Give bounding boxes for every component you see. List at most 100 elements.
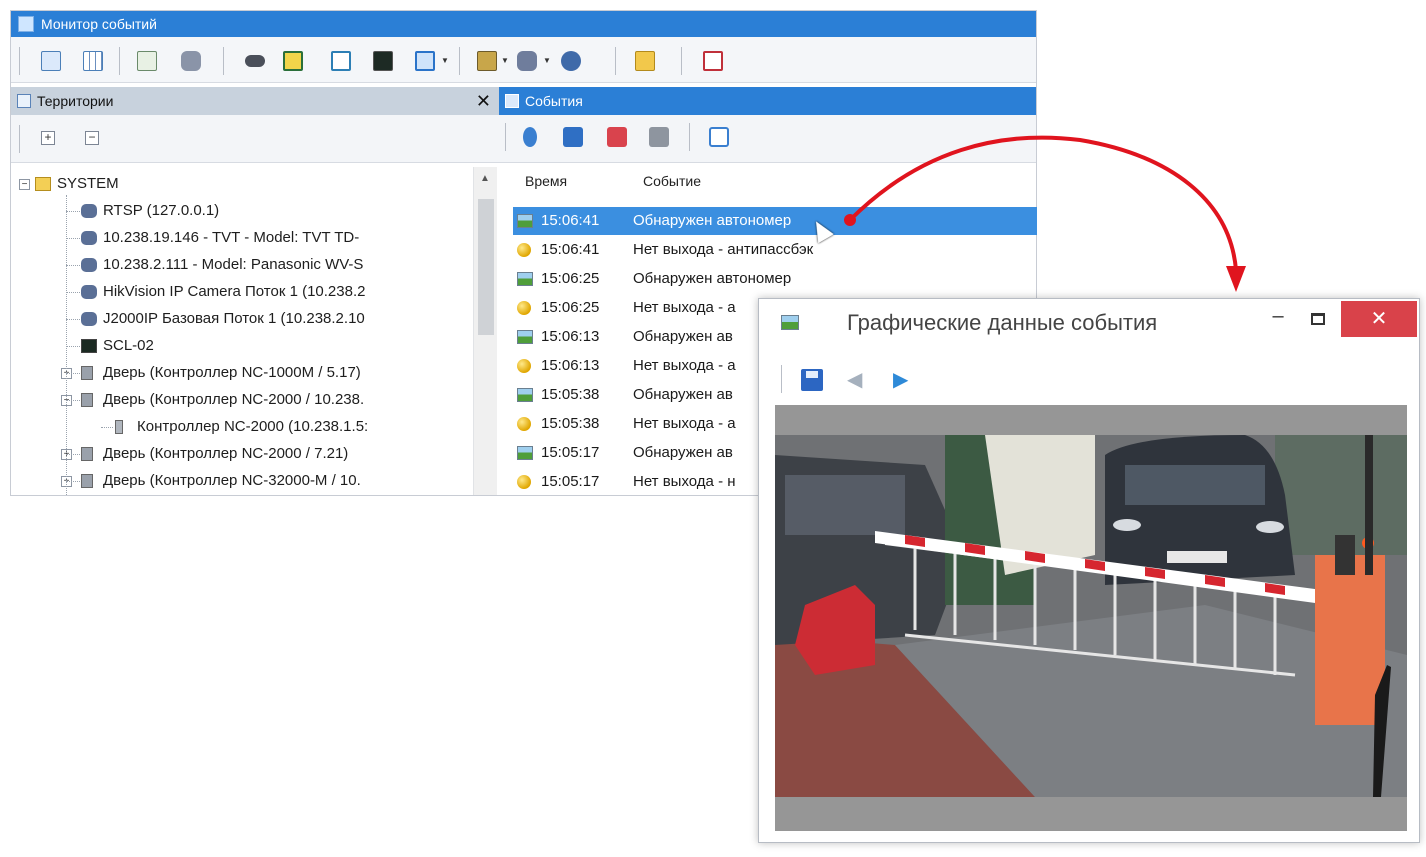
column-header-event[interactable]: Событие [643, 173, 701, 189]
expand-all-icon[interactable]: + [41, 131, 55, 145]
tree-icon[interactable] [137, 51, 157, 71]
monitor-title: Монитор событий [41, 16, 157, 32]
image-icon [517, 446, 533, 460]
tree-item-label: Контроллер NC-2000 (10.238.1.5: [137, 418, 369, 435]
event-text: Нет выхода - антипассбэк [633, 241, 814, 258]
event-time: 15:06:13 [541, 328, 600, 345]
territory-tree: SYSTEM − RTSP (127.0.0.1) 10.238.19.146 - T… [11, 167, 487, 495]
report-icon[interactable] [703, 51, 723, 71]
close-button[interactable]: ✕ [1341, 301, 1417, 337]
scroll-thumb[interactable] [478, 199, 494, 335]
door-icon [81, 393, 93, 407]
user-icon[interactable] [561, 51, 581, 71]
event-text: Обнаружен автономер [633, 212, 792, 229]
collapse-all-icon[interactable]: − [85, 131, 99, 145]
events-title: События [525, 93, 583, 109]
event-row[interactable]: 15:06:41 Обнаружен автономер [513, 207, 1037, 235]
event-text: Нет выхода - н [633, 473, 736, 490]
controller-icon [115, 420, 123, 434]
event-graphics-window: Графические данные события – ✕ ◀ ▶ [758, 298, 1420, 843]
door-icon [81, 366, 93, 380]
close-icon[interactable]: ✕ [476, 87, 491, 115]
info-icon[interactable] [523, 127, 537, 147]
event-text: Обнаружен ав [633, 328, 733, 345]
print-icon[interactable] [649, 127, 669, 147]
copy-icon[interactable] [709, 127, 729, 147]
toolbar-separator [223, 47, 224, 75]
door-icon [81, 474, 93, 488]
tree-connector [66, 400, 80, 401]
tree-connector [66, 373, 80, 374]
window-icon[interactable] [415, 51, 435, 71]
event-text: Нет выхода - а [633, 357, 736, 374]
forward-arrow-icon[interactable]: ▶ [893, 370, 908, 390]
display-icon[interactable] [283, 51, 303, 71]
layout-icon[interactable] [41, 51, 61, 71]
image-icon [517, 272, 533, 286]
tree-scrollbar[interactable]: ▲ [473, 167, 497, 495]
status-dot-icon [517, 359, 531, 373]
save-icon[interactable] [801, 369, 823, 391]
event-time: 15:06:41 [541, 212, 600, 229]
camera-icon [81, 285, 97, 299]
event-time: 15:06:13 [541, 357, 600, 374]
event-text: Обнаружен автономер [633, 270, 792, 287]
event-time: 15:05:38 [541, 415, 600, 432]
tree-item-label: SYSTEM [57, 175, 119, 192]
camera-dropdown-icon[interactable] [517, 51, 537, 71]
toolbar-separator [505, 123, 506, 151]
camera-icon[interactable] [181, 51, 201, 71]
toolbar-separator [19, 125, 20, 153]
tree-item-label: SCL-02 [103, 337, 154, 354]
tree-connector [66, 211, 80, 212]
dropdown-arrow-icon[interactable]: ▼ [441, 56, 449, 65]
grid-icon[interactable] [83, 51, 103, 71]
event-row[interactable]: 15:06:25 Обнаружен автономер [513, 265, 1037, 293]
popup-titlebar: Графические данные события – ✕ [759, 299, 1419, 347]
camera-icon [81, 231, 97, 245]
tree-item-label: J2000IP Базовая Поток 1 (10.238.2.10 [103, 310, 365, 327]
minimize-button[interactable]: – [1265, 305, 1291, 333]
events-icon [505, 94, 519, 108]
column-header-time[interactable]: Время [525, 173, 567, 189]
maximize-button[interactable] [1311, 313, 1325, 325]
tree-item-label: Дверь (Контроллер NC-1000M / 5.17) [103, 364, 361, 381]
territories-pane: Территории ✕ + − SYSTEM − RTSP (127.0.0.1)… [11, 87, 499, 495]
status-dot-icon [517, 417, 531, 431]
camera2-icon[interactable] [245, 55, 265, 67]
territories-header: Территории ✕ [11, 87, 499, 115]
dropdown-arrow-icon[interactable]: ▼ [501, 56, 509, 65]
territories-title: Территории [37, 93, 114, 109]
tree-item-label: Дверь (Контроллер NC-32000-M / 10. [103, 472, 361, 489]
tree-item-label: Дверь (Контроллер NC-2000 / 10.238. [103, 391, 365, 408]
event-row[interactable]: 15:06:41 Нет выхода - антипассбэк [513, 236, 1037, 264]
collapse-icon[interactable]: − [19, 179, 30, 190]
event-text: Нет выхода - а [633, 415, 736, 432]
tree-connector [66, 481, 80, 482]
territories-toolbar: + − [11, 115, 499, 163]
edit-icon[interactable] [331, 51, 351, 71]
monitor-icon[interactable] [373, 51, 393, 71]
camera-snapshot [775, 435, 1407, 797]
event-time: 15:06:41 [541, 241, 600, 258]
app-icon [18, 16, 34, 32]
camera-icon [81, 312, 97, 326]
dropdown-arrow-icon[interactable]: ▼ [543, 56, 551, 65]
image-icon [517, 214, 533, 228]
tree-connector [66, 195, 67, 495]
tree-connector [101, 427, 113, 428]
main-toolbar: ▼ ▼ ▼ [11, 37, 1036, 83]
toolbar-separator [615, 47, 616, 75]
scroll-up-icon[interactable]: ▲ [480, 173, 490, 184]
events-toolbar [499, 115, 1036, 163]
event-time: 15:05:17 [541, 473, 600, 490]
event-time: 15:05:38 [541, 386, 600, 403]
folder-icon[interactable] [635, 51, 655, 71]
columns-icon[interactable] [563, 127, 583, 147]
camera-icon [81, 258, 97, 272]
event-text: Нет выхода - а [633, 299, 736, 316]
panel-icon[interactable] [477, 51, 497, 71]
tree-item-label: 10.238.19.146 - TVT - Model: TVT TD- [103, 229, 360, 246]
filter-icon[interactable] [607, 127, 627, 147]
back-arrow-icon[interactable]: ◀ [847, 370, 862, 390]
